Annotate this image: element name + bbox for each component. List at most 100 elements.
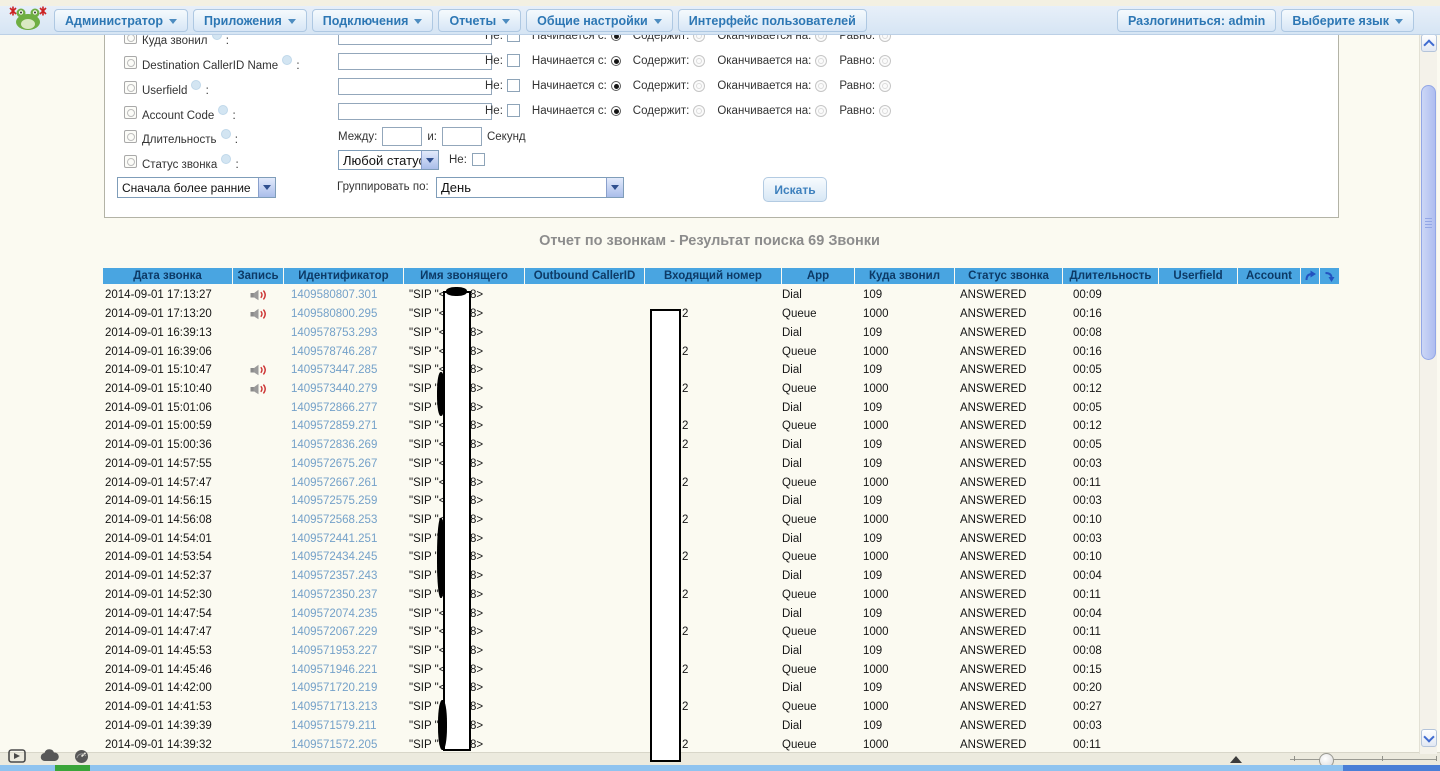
help-icon[interactable] (221, 129, 231, 139)
cell-status: ANSWERED (955, 417, 1062, 436)
field-enable-checkbox[interactable] (124, 81, 137, 94)
menu-connectivity[interactable]: Подключения (312, 9, 434, 32)
contains-radio[interactable] (693, 80, 705, 92)
scroll-up-button[interactable] (1421, 34, 1437, 52)
call-id-link[interactable]: 1409572074.235 (291, 608, 377, 620)
cloud-icon[interactable] (40, 749, 60, 763)
order-select[interactable]: Сначала более ранние (117, 177, 276, 198)
scroll-down-button[interactable] (1421, 729, 1437, 747)
cell-duration: 00:08 (1063, 642, 1158, 661)
sort-ascending-icon[interactable] (1301, 268, 1319, 284)
call-id-link[interactable]: 1409578753.293 (291, 327, 377, 339)
begins-radio[interactable] (611, 106, 621, 116)
call-id-link[interactable]: 1409572568.253 (291, 514, 377, 526)
equals-radio[interactable] (879, 55, 891, 67)
call-id-link[interactable]: 1409571953.227 (291, 645, 377, 657)
call-id-link[interactable]: 1409572859.271 (291, 420, 377, 432)
field-enable-checkbox[interactable] (124, 130, 137, 143)
record-playback-icon[interactable] (250, 308, 267, 320)
call-id-link[interactable]: 1409571720.219 (291, 682, 377, 694)
table-row: 2014-09-01 14:57:47 1409572667.261 "SIP … (103, 473, 1339, 492)
help-icon[interactable] (221, 154, 231, 164)
call-id-link[interactable]: 1409572067.229 (291, 626, 377, 638)
cell-account (1238, 679, 1300, 698)
freepbx-frog-logo[interactable] (6, 4, 50, 32)
not-checkbox[interactable] (507, 54, 520, 67)
call-id-link[interactable]: 1409580807.301 (291, 289, 377, 301)
zoom-slider-track[interactable] (1290, 759, 1437, 760)
menu-administrator[interactable]: Администратор (54, 9, 188, 32)
ends-radio[interactable] (815, 55, 827, 67)
chevron-down-icon (654, 19, 662, 24)
player-window-icon[interactable] (8, 749, 26, 763)
field-enable-checkbox[interactable] (124, 106, 137, 119)
call-id-link[interactable]: 1409571579.211 (291, 720, 377, 732)
call-id-link[interactable]: 1409572434.245 (291, 551, 377, 563)
ends-radio[interactable] (815, 105, 827, 117)
call-id-link[interactable]: 1409572836.269 (291, 439, 377, 451)
cell-userfield (1159, 417, 1237, 436)
cell-userfield (1159, 342, 1237, 361)
collapse-triangle-icon[interactable] (1230, 756, 1242, 763)
status-not-checkbox[interactable] (472, 153, 485, 166)
language-button[interactable]: Выберите язык (1281, 9, 1414, 32)
help-icon[interactable] (218, 105, 228, 115)
call-id-link[interactable]: 1409572575.259 (291, 495, 377, 507)
contains-radio[interactable] (693, 55, 705, 67)
call-id-link[interactable]: 1409572667.261 (291, 477, 377, 489)
call-id-link[interactable]: 1409572357.243 (291, 570, 377, 582)
call-id-link[interactable]: 1409572866.277 (291, 402, 377, 414)
ends-radio[interactable] (815, 80, 827, 92)
cell-account (1238, 323, 1300, 342)
equals-radio[interactable] (879, 80, 891, 92)
call-id-link[interactable]: 1409572350.237 (291, 589, 377, 601)
sort-descending-icon[interactable] (1320, 268, 1339, 284)
cell-duration: 00:16 (1063, 342, 1158, 361)
filter-input[interactable] (338, 78, 492, 95)
cell-status: ANSWERED (955, 511, 1062, 530)
help-icon[interactable] (191, 80, 201, 90)
call-id-link[interactable]: 1409580800.295 (291, 308, 377, 320)
call-id-link[interactable]: 1409572675.267 (291, 458, 377, 470)
logout-button[interactable]: Разлогиниться: admin (1117, 9, 1276, 32)
call-id-link[interactable]: 1409571572.205 (291, 739, 377, 751)
menu-user-panel[interactable]: Интерфейс пользователей (678, 9, 867, 32)
duration-min-input[interactable] (382, 127, 422, 146)
begins-radio[interactable] (611, 81, 621, 91)
vertical-scrollbar[interactable] (1419, 33, 1437, 754)
search-button[interactable]: Искать (763, 177, 827, 202)
cell-account (1238, 492, 1300, 511)
contains-radio[interactable] (693, 105, 705, 117)
record-playback-icon[interactable] (250, 364, 267, 376)
menu-applications[interactable]: Приложения (193, 9, 307, 32)
call-id-link[interactable]: 1409573440.279 (291, 383, 377, 395)
filter-input[interactable] (338, 103, 492, 120)
help-icon[interactable] (282, 55, 292, 65)
call-id-link[interactable]: 1409573447.285 (291, 364, 377, 376)
menu-reports[interactable]: Отчеты (438, 9, 521, 32)
record-playback-icon[interactable] (250, 383, 267, 395)
menu-settings[interactable]: Общие настройки (526, 9, 673, 32)
scrollbar-thumb[interactable] (1421, 85, 1436, 360)
redaction-scribble (438, 700, 447, 750)
cell-status: ANSWERED (955, 454, 1062, 473)
not-checkbox[interactable] (507, 79, 520, 92)
group-by-select[interactable]: День (436, 177, 624, 198)
cell-app: Dial (782, 604, 854, 623)
not-checkbox[interactable] (507, 104, 520, 117)
duration-max-input[interactable] (442, 127, 482, 146)
gauge-icon[interactable] (74, 749, 89, 764)
call-id-link[interactable]: 1409572441.251 (291, 533, 377, 545)
begins-radio[interactable] (611, 56, 621, 66)
call-id-link[interactable]: 1409571946.221 (291, 664, 377, 676)
field-enable-checkbox[interactable] (124, 155, 137, 168)
call-id-link[interactable]: 1409571713.213 (291, 701, 377, 713)
caller-suffix: 8> (470, 626, 483, 638)
table-row: 2014-09-01 14:53:54 1409572434.245 "SIP … (103, 548, 1339, 567)
field-enable-checkbox[interactable] (124, 56, 137, 69)
filter-input[interactable] (338, 53, 492, 70)
call-id-link[interactable]: 1409578746.287 (291, 346, 377, 358)
equals-radio[interactable] (879, 105, 891, 117)
record-playback-icon[interactable] (250, 289, 267, 301)
status-select[interactable]: Любой статус (338, 150, 439, 170)
